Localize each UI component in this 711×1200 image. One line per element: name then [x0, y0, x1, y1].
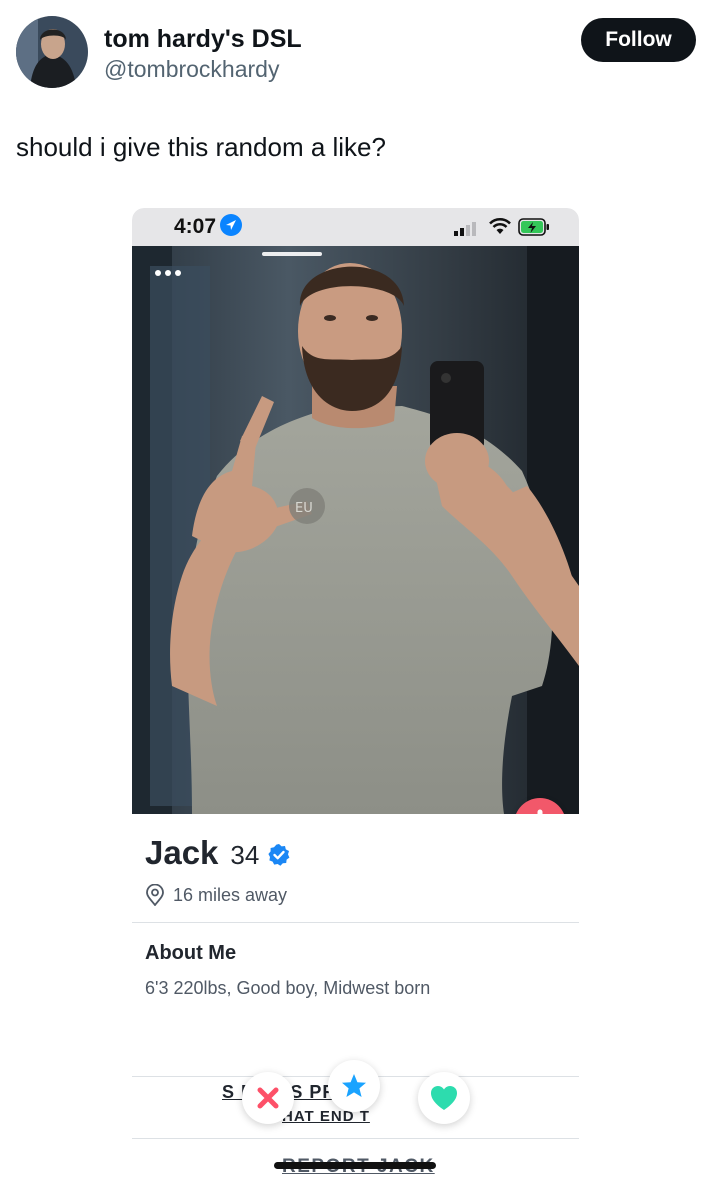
verified-badge-icon [268, 844, 290, 866]
status-bar: 4:07 [132, 208, 579, 246]
home-indicator [274, 1162, 436, 1169]
profile-details: Jack 34 16 miles away About Me 6'3 220lb… [132, 814, 579, 1178]
svg-text:EU: EU [295, 501, 313, 516]
about-me-heading: About Me [145, 942, 237, 964]
heart-icon [431, 1086, 457, 1110]
avatar[interactable] [16, 16, 88, 88]
author-handle[interactable]: @tombrockhardy [104, 55, 302, 83]
author-display-name[interactable]: tom hardy's DSL [104, 24, 302, 54]
location-pin-icon [146, 884, 164, 906]
signal-icon [454, 222, 476, 236]
location-arrow-icon [220, 214, 242, 236]
distance-row: 16 miles away [145, 884, 287, 906]
star-icon [342, 1074, 366, 1097]
wifi-icon [489, 218, 511, 234]
divider [132, 1138, 579, 1139]
status-time: 4:07 [174, 215, 217, 238]
more-options-icon[interactable] [154, 268, 182, 278]
profile-name: Jack [145, 834, 219, 871]
tweet-text: should i give this random a like? [16, 132, 386, 162]
follow-button[interactable]: Follow [581, 18, 696, 62]
super-like-button[interactable] [328, 1060, 380, 1112]
like-button[interactable] [418, 1072, 470, 1124]
distance-text: 16 miles away [173, 884, 288, 905]
nope-button[interactable] [242, 1072, 294, 1124]
tweet-header: tom hardy's DSL @tombrockhardy Follow [16, 14, 696, 94]
divider [132, 922, 579, 923]
close-x-icon [257, 1087, 279, 1109]
battery-icon [518, 218, 549, 236]
profile-photo[interactable]: EU [132, 246, 579, 814]
embedded-screenshot[interactable]: 4:07 EU Jack 34 16 miles away About Me 6… [132, 208, 579, 1178]
photo-pager-indicator [262, 252, 322, 256]
about-me-text: 6'3 220lbs, Good boy, Midwest born [145, 978, 431, 998]
name-row: Jack 34 [145, 834, 291, 872]
author-info: tom hardy's DSL @tombrockhardy [104, 24, 302, 83]
profile-age: 34 [230, 840, 260, 870]
